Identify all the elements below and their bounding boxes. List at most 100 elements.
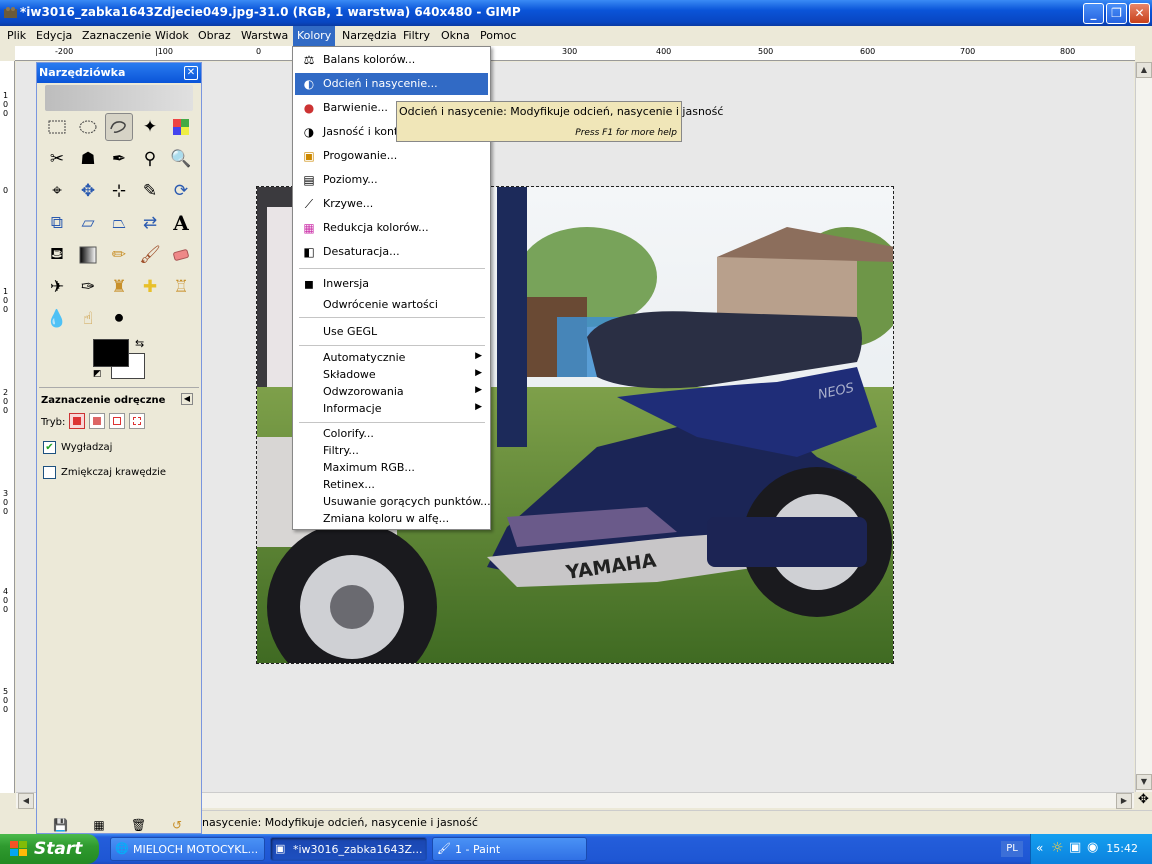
bucket-fill-icon[interactable]: ⛾ <box>43 241 71 269</box>
menu-item-informacje[interactable]: Informacje ▶ <box>295 400 488 417</box>
fuzzy-select-icon[interactable]: ✦ <box>136 113 164 141</box>
align-icon[interactable]: ⊹ <box>105 177 133 205</box>
reset-options-icon[interactable]: ↺ <box>170 818 184 832</box>
language-indicator[interactable]: PL <box>1001 841 1023 857</box>
select-by-color-icon[interactable] <box>167 113 195 141</box>
perspective-clone-icon[interactable]: ♖ <box>167 273 195 301</box>
menu-narzedzia[interactable]: Narzędzia <box>342 29 397 42</box>
scroll-down-arrow-icon[interactable]: ▼ <box>1136 774 1152 790</box>
menu-item-inwersja[interactable]: ◼ Inwersja <box>295 273 488 295</box>
menu-plik[interactable]: Plik <box>7 29 26 42</box>
menu-widok[interactable]: Widok <box>155 29 189 42</box>
move-icon[interactable]: ✥ <box>74 177 102 205</box>
measure-icon[interactable]: ⌖ <box>43 177 71 205</box>
tray-security-icon[interactable]: ◉ <box>1087 840 1098 855</box>
scale-icon[interactable]: ⧉ <box>43 209 71 237</box>
swap-colors-icon[interactable]: ⇆ <box>135 337 144 350</box>
toolbox-title-bar[interactable]: Narzędziówka ✕ <box>37 63 201 83</box>
navigate-icon[interactable]: ✥ <box>1135 792 1152 808</box>
tray-sun-icon[interactable]: ☼ <box>1051 840 1064 856</box>
pencil-icon[interactable]: ✏ <box>105 241 133 269</box>
airbrush-icon[interactable]: ✈ <box>43 273 71 301</box>
title-bar[interactable]: *iw3016_zabka1643Zdjecie049.jpg-31.0 (RG… <box>0 0 1152 26</box>
taskbar-button-paint[interactable]: 🖌 1 - Paint <box>432 837 587 861</box>
start-button[interactable]: Start <box>0 834 99 864</box>
menu-warstwa[interactable]: Warstwa <box>241 29 288 42</box>
menu-item-redukcja-kolorow[interactable]: ▦ Redukcja kolorów... <box>295 217 488 239</box>
ink-icon[interactable]: ✑ <box>74 273 102 301</box>
default-colors-icon[interactable]: ◩ <box>93 369 102 379</box>
menu-item-automatycznie[interactable]: Automatycznie ▶ <box>295 349 488 366</box>
save-options-icon[interactable]: 💾 <box>53 818 68 832</box>
scissors-icon[interactable]: ✂ <box>43 145 71 173</box>
minimize-button[interactable]: _ <box>1083 3 1104 24</box>
menu-okna[interactable]: Okna <box>441 29 470 42</box>
zoom-icon[interactable]: 🔍 <box>167 145 195 173</box>
rect-select-icon[interactable] <box>43 113 71 141</box>
menu-pomoc[interactable]: Pomoc <box>480 29 516 42</box>
menu-item-krzywe[interactable]: ⟋ Krzywe... <box>295 193 488 215</box>
restore-options-icon[interactable]: ▦ <box>92 818 106 832</box>
shear-icon[interactable]: ▱ <box>74 209 102 237</box>
ellipse-select-icon[interactable] <box>74 113 102 141</box>
heal-icon[interactable]: ✚ <box>136 273 164 301</box>
blur-icon[interactable]: 💧 <box>43 305 71 333</box>
eraser-icon[interactable] <box>167 241 195 269</box>
menu-item-maximum-rgb[interactable]: Maximum RGB... <box>295 459 488 476</box>
mode-intersect-button[interactable] <box>129 413 145 429</box>
options-menu-arrow-icon[interactable]: ◀ <box>181 393 193 405</box>
flip-icon[interactable]: ⇄ <box>136 209 164 237</box>
taskbar-button-gimp[interactable]: ▣ *iw3016_zabka1643Z... <box>270 837 427 861</box>
mode-add-button[interactable] <box>89 413 105 429</box>
paths-icon[interactable]: ✒ <box>105 145 133 173</box>
tray-arrow-icon[interactable]: « <box>1036 841 1043 855</box>
menu-item-colorify[interactable]: Colorify... <box>295 425 488 442</box>
mode-replace-button[interactable] <box>69 413 85 429</box>
menu-item-skladowe[interactable]: Składowe ▶ <box>295 366 488 383</box>
menu-item-zmiana-koloru-w-alfe[interactable]: Zmiana koloru w alfę... <box>295 510 488 527</box>
menu-kolory[interactable]: Kolory <box>293 26 336 46</box>
mode-subtract-button[interactable] <box>109 413 125 429</box>
menu-item-desaturacja[interactable]: ◧ Desaturacja... <box>295 241 488 263</box>
dodge-burn-icon[interactable]: ⚫ <box>105 305 133 333</box>
menu-item-poziomy[interactable]: ▤ Poziomy... <box>295 169 488 191</box>
maximize-button[interactable]: ❐ <box>1106 3 1127 24</box>
color-picker-icon[interactable]: ⚲ <box>136 145 164 173</box>
crop-icon[interactable]: ✎ <box>136 177 164 205</box>
menu-zaznaczenie[interactable]: Zaznaczenie <box>82 29 151 42</box>
clock[interactable]: 15:42 <box>1106 842 1138 855</box>
menu-item-retinex[interactable]: Retinex... <box>295 476 488 493</box>
menu-item-odcien-i-nasycenie[interactable]: ◐ Odcień i nasycenie... <box>295 73 488 95</box>
menu-item-balans-kolorow[interactable]: ⚖ Balans kolorów... <box>295 49 488 71</box>
antialias-checkbox[interactable]: ✔ <box>43 441 56 454</box>
text-tool-icon[interactable]: A <box>167 209 195 237</box>
free-select-icon[interactable] <box>105 113 133 141</box>
rotate-icon[interactable]: ⟳ <box>167 177 195 205</box>
smudge-icon[interactable]: ☝ <box>74 305 102 333</box>
clone-icon[interactable]: ♜ <box>105 273 133 301</box>
foreground-select-icon[interactable]: ☗ <box>74 145 102 173</box>
vertical-scrollbar[interactable]: ▲ ▼ <box>1135 62 1152 792</box>
menu-item-progowanie[interactable]: ▣ Progowanie... <box>295 145 488 167</box>
menu-item-usuwanie-goracych-punktow[interactable]: Usuwanie gorących punktów... <box>295 493 491 510</box>
menu-edycja[interactable]: Edycja <box>36 29 72 42</box>
delete-options-icon[interactable]: 🗑 <box>131 818 146 832</box>
feather-checkbox[interactable] <box>43 466 56 479</box>
vertical-ruler[interactable]: 1 0 0 0 1 0 0 2 0 0 3 0 0 4 0 0 5 0 0 <box>0 61 15 793</box>
blend-icon[interactable] <box>74 241 102 269</box>
close-button[interactable]: ✕ <box>1129 3 1150 24</box>
menu-filtry[interactable]: Filtry <box>403 29 430 42</box>
menu-obraz[interactable]: Obraz <box>198 29 231 42</box>
fg-bg-color-swatch[interactable]: ⇆ ◩ <box>93 337 153 383</box>
taskbar-button-browser[interactable]: 🌐 MIELOCH MOTOCYKL... <box>110 837 265 861</box>
scroll-up-arrow-icon[interactable]: ▲ <box>1136 62 1152 78</box>
paintbrush-icon[interactable]: 🖌 <box>136 241 164 269</box>
menu-item-odwzorowania[interactable]: Odwzorowania ▶ <box>295 383 488 400</box>
menu-item-odwrocenie-wartosci[interactable]: Odwrócenie wartości <box>295 294 488 316</box>
toolbox-close-button[interactable]: ✕ <box>184 66 198 80</box>
horizontal-ruler[interactable]: -200 |100 0 200 300 400 500 600 700 800 <box>15 46 1135 61</box>
menu-item-filtry[interactable]: Filtry... <box>295 442 488 459</box>
foreground-color-swatch[interactable] <box>93 339 129 367</box>
perspective-icon[interactable]: ⏢ <box>105 209 133 237</box>
tray-network-icon[interactable]: ▣ <box>1069 840 1081 855</box>
